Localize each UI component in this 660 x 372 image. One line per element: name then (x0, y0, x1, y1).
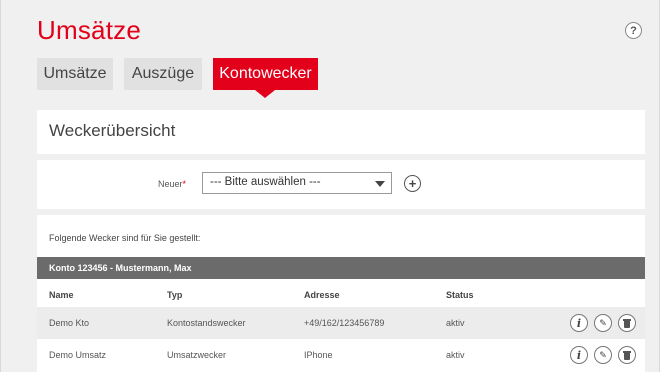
trash-icon[interactable] (618, 314, 636, 332)
trash-body (624, 353, 630, 360)
column-header-name: Name (49, 290, 74, 300)
tab-umsaetze[interactable]: Umsätze (37, 58, 113, 90)
alarm-list: Folgende Wecker sind für Sie gestellt: K… (37, 215, 645, 372)
cell-address: IPhone (304, 350, 333, 360)
chevron-down-icon (375, 181, 385, 187)
active-tab-pointer (255, 90, 275, 98)
overview-header: Weckerübersicht (37, 110, 645, 154)
column-header-address: Adresse (304, 290, 340, 300)
column-header-status: Status (446, 290, 474, 300)
list-intro: Folgende Wecker sind für Sie gestellt: (49, 233, 201, 243)
tab-kontowecker[interactable]: Kontowecker (213, 58, 318, 90)
trash-icon[interactable] (618, 346, 636, 364)
tab-auszuege[interactable]: Auszüge (124, 58, 202, 90)
cell-type: Umsatzwecker (167, 350, 227, 360)
page-title: Umsätze (37, 15, 141, 45)
cell-address: +49/162/123456789 (304, 318, 385, 328)
column-header-type: Typ (167, 290, 183, 300)
info-icon[interactable]: i (570, 346, 588, 364)
trash-body (624, 321, 630, 328)
cell-name: Demo Kto (49, 318, 90, 328)
select-value: --- Bitte auswählen --- (210, 176, 321, 188)
account-header: Konto 123456 - Mustermann, Max (37, 257, 645, 279)
new-label: Neuer* (158, 179, 186, 189)
pencil-icon[interactable]: ✎ (594, 346, 612, 364)
cell-name: Demo Umsatz (49, 350, 107, 360)
row-actions: i ✎ (570, 314, 636, 332)
info-icon[interactable]: i (570, 314, 588, 332)
cell-type: Kontostandswecker (167, 318, 246, 328)
pencil-icon[interactable]: ✎ (594, 314, 612, 332)
alarm-type-select[interactable]: --- Bitte auswählen --- (202, 172, 392, 194)
cell-status: aktiv (446, 350, 465, 360)
table-row: Demo Kto Kontostandswecker +49/162/12345… (37, 307, 645, 339)
new-alarm-form: Neuer* --- Bitte auswählen --- + (37, 160, 645, 209)
page-frame: Umsätze ? Umsätze Auszüge Kontowecker We… (0, 0, 660, 372)
cell-status: aktiv (446, 318, 465, 328)
table-row: Demo Umsatz Umsatzwecker IPhone aktiv i … (37, 339, 645, 371)
row-actions: i ✎ (570, 346, 636, 364)
section-title: Weckerübersicht (49, 121, 176, 140)
new-label-text: Neuer (158, 179, 183, 189)
required-mark: * (182, 179, 187, 189)
add-alarm-button[interactable]: + (404, 175, 421, 192)
help-icon[interactable]: ? (625, 22, 642, 39)
